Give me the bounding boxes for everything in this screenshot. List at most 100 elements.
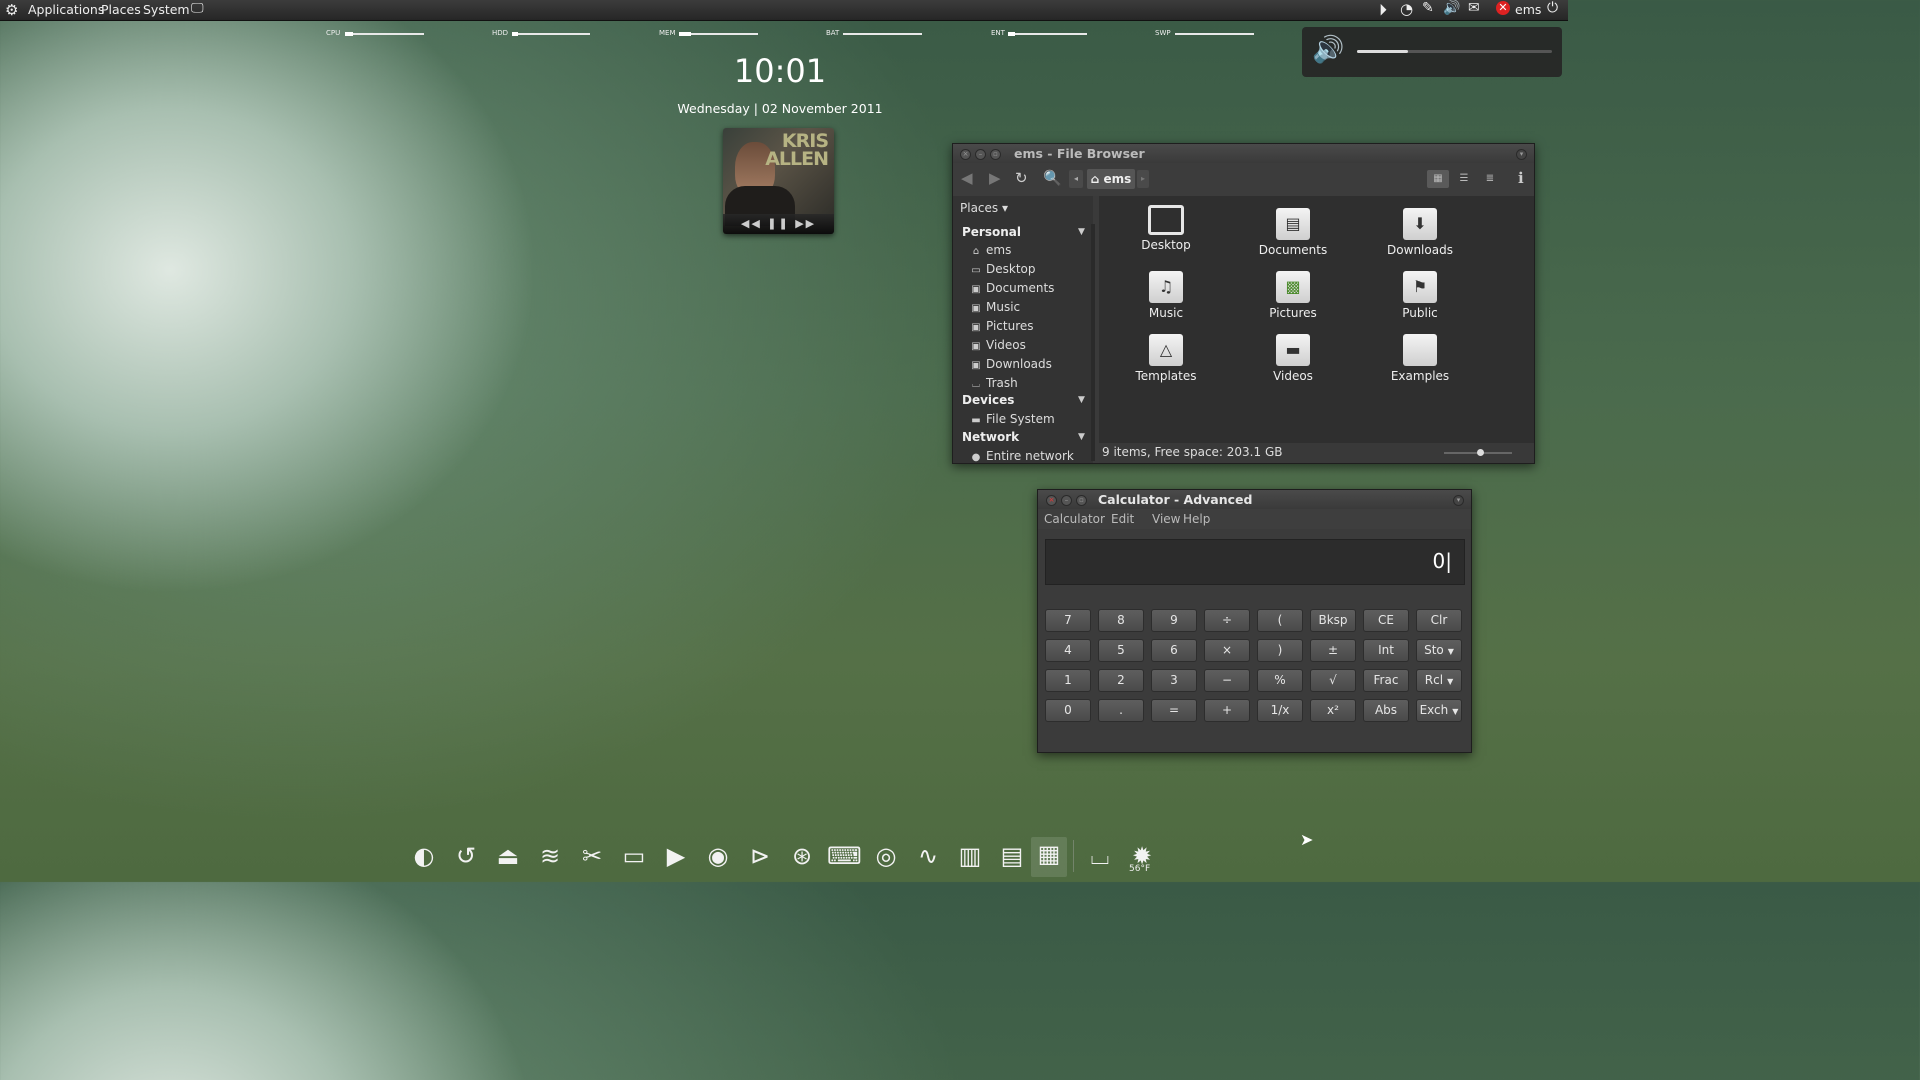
menu-calculator[interactable]: Calculator [1044, 512, 1105, 526]
mail-icon[interactable]: ✉ [1468, 0, 1480, 16]
sidebar-item-pictures[interactable]: ▣ Pictures [970, 319, 1033, 333]
calc-key[interactable]: 4 [1045, 639, 1091, 662]
sidebar-item-ems[interactable]: ⌂ ems [970, 243, 1012, 257]
volume-icon[interactable]: 🔊 [1443, 0, 1460, 16]
maximize-icon[interactable]: ▫ [1076, 495, 1087, 506]
calc-key[interactable]: . [1098, 699, 1144, 722]
file-item-music[interactable]: ♫ Music [1111, 271, 1221, 320]
sidebar-item-videos[interactable]: ▣ Videos [970, 338, 1026, 352]
sidebar-item-trash[interactable]: ⌴ Trash [970, 376, 1018, 390]
calc-key[interactable]: 3 [1151, 669, 1197, 692]
menu-edit[interactable]: Edit [1111, 512, 1134, 526]
calc-key[interactable]: Frac [1363, 669, 1409, 692]
calc-key[interactable]: ÷ [1204, 609, 1250, 632]
forward-icon[interactable]: ▶ [989, 169, 1001, 187]
nvidia-icon[interactable]: ◎ [869, 839, 903, 873]
calc-key[interactable]: 8 [1098, 609, 1144, 632]
calculator-titlebar[interactable]: × – ▫ Calculator - Advanced ▾ [1038, 490, 1471, 509]
calc-key[interactable]: Abs [1363, 699, 1409, 722]
file-item-videos[interactable]: ▬ Videos [1238, 334, 1348, 383]
calculator-icon[interactable]: ▦ [1031, 837, 1067, 877]
file-item-pictures[interactable]: ▩ Pictures [1238, 271, 1348, 320]
ubuntu-logo-icon[interactable]: ⚙ [5, 1, 18, 19]
calc-key[interactable]: 9 [1151, 609, 1197, 632]
calc-key[interactable]: Sto ▼ [1416, 639, 1462, 662]
breadcrumb-home[interactable]: ⌂ ems [1087, 169, 1135, 189]
calc-key[interactable]: √ [1310, 669, 1356, 692]
calc-key[interactable]: 7 [1045, 609, 1091, 632]
calc-key[interactable]: % [1257, 669, 1303, 692]
calc-key[interactable]: ) [1257, 639, 1303, 662]
calc-key[interactable]: Rcl ▼ [1416, 669, 1462, 692]
system-menu[interactable]: System [143, 2, 190, 17]
collapse-arrow-icon[interactable]: ▼ [1078, 395, 1085, 405]
calc-key[interactable]: 0 [1045, 699, 1091, 722]
file-item-public[interactable]: ⚑ Public [1365, 271, 1475, 320]
terminal-icon[interactable]: ⌨ [827, 839, 862, 873]
applications-menu[interactable]: Applications [28, 2, 104, 17]
calc-key[interactable]: Bksp [1310, 609, 1356, 632]
draw-icon[interactable]: ≋ [533, 839, 567, 873]
trash-icon[interactable]: ⌴ [1083, 839, 1117, 873]
calc-key[interactable]: 6 [1151, 639, 1197, 662]
sidebar-scrollbar[interactable] [1091, 224, 1095, 461]
calc-key[interactable]: − [1204, 669, 1250, 692]
calculator-display[interactable]: 0| [1045, 539, 1465, 585]
calc-key[interactable]: + [1204, 699, 1250, 722]
album-art-widget[interactable]: KRIS ALLEN ◀◀ ❚❚ ▶▶ [723, 128, 834, 234]
zoom-slider-knob[interactable] [1477, 449, 1484, 456]
window-menu-icon[interactable]: ▾ [1516, 149, 1527, 160]
remote-desktop-icon[interactable]: ▭ [617, 839, 651, 873]
list-view-icon[interactable]: ☰ [1453, 170, 1475, 188]
file-item-examples[interactable]: Examples [1365, 334, 1475, 383]
sidebar-item-downloads[interactable]: ▣ Downloads [970, 357, 1052, 371]
installer-icon[interactable]: ⏏ [491, 839, 525, 873]
disk-icon[interactable]: ▥ [953, 839, 987, 873]
icon-view-icon[interactable]: ▦ [1427, 170, 1449, 188]
maximize-icon[interactable]: ▫ [990, 149, 1001, 160]
media-player-icon[interactable]: ▶ [659, 839, 693, 873]
sidebar-item-file-system[interactable]: ▬ File System [970, 412, 1054, 426]
system-monitor-icon[interactable]: ∿ [911, 839, 945, 873]
sidebar-item-entire-network[interactable]: ● Entire network [970, 449, 1074, 463]
show-desktop-icon[interactable]: 🖵 [191, 1, 204, 16]
calc-key[interactable]: × [1204, 639, 1250, 662]
sync-client-icon[interactable]: ◉ [701, 839, 735, 873]
compact-view-icon[interactable]: ≣ [1479, 170, 1501, 188]
firefox-icon[interactable]: ◐ [407, 839, 441, 873]
collapse-arrow-icon[interactable]: ▼ [1078, 432, 1085, 442]
breadcrumb-prev-icon[interactable]: ◂ [1069, 170, 1083, 188]
personal-section[interactable]: Personal [962, 225, 1021, 239]
close-icon[interactable]: × [1046, 495, 1057, 506]
calc-key[interactable]: Int [1363, 639, 1409, 662]
places-menu[interactable]: Places [101, 2, 141, 17]
minimize-icon[interactable]: – [975, 149, 986, 160]
collapse-arrow-icon[interactable]: ▼ [1078, 227, 1085, 237]
power-icon[interactable]: ⏻ [1547, 0, 1558, 16]
zoom-slider[interactable] [1444, 449, 1512, 456]
calc-key[interactable]: 1 [1045, 669, 1091, 692]
close-icon[interactable]: × [960, 149, 971, 160]
media-play-icon[interactable]: ⏵ [1379, 0, 1387, 20]
file-item-templates[interactable]: △ Templates [1111, 334, 1221, 383]
sidebar-item-documents[interactable]: ▣ Documents [970, 281, 1054, 295]
music-player-icon[interactable]: ⊳ [743, 839, 777, 873]
network-icon[interactable]: ⊛ [785, 839, 819, 873]
file-item-desktop[interactable]: Desktop [1111, 205, 1221, 252]
sidebar-item-desktop[interactable]: ▭ Desktop [970, 262, 1035, 276]
file-manager-icon[interactable]: ▤ [995, 839, 1029, 873]
sync-icon[interactable]: ◔ [1400, 0, 1413, 18]
video-editor-icon[interactable]: ✂ [575, 839, 609, 873]
calc-key[interactable]: CE [1363, 609, 1409, 632]
calc-key[interactable]: Exch ▼ [1416, 699, 1462, 722]
calc-key[interactable]: ± [1310, 639, 1356, 662]
search-icon[interactable]: 🔍 [1043, 169, 1062, 187]
network-section[interactable]: Network [962, 430, 1019, 444]
file-item-downloads[interactable]: ⬇ Downloads [1365, 208, 1475, 257]
calc-key[interactable]: 1/x [1257, 699, 1303, 722]
devices-section[interactable]: Devices [962, 393, 1014, 407]
window-menu-icon[interactable]: ▾ [1453, 495, 1464, 506]
calc-key[interactable]: 5 [1098, 639, 1144, 662]
user-status-icon[interactable]: ✕ [1496, 1, 1510, 15]
file-browser-titlebar[interactable]: × – ▫ ems - File Browser ▾ [953, 144, 1534, 163]
